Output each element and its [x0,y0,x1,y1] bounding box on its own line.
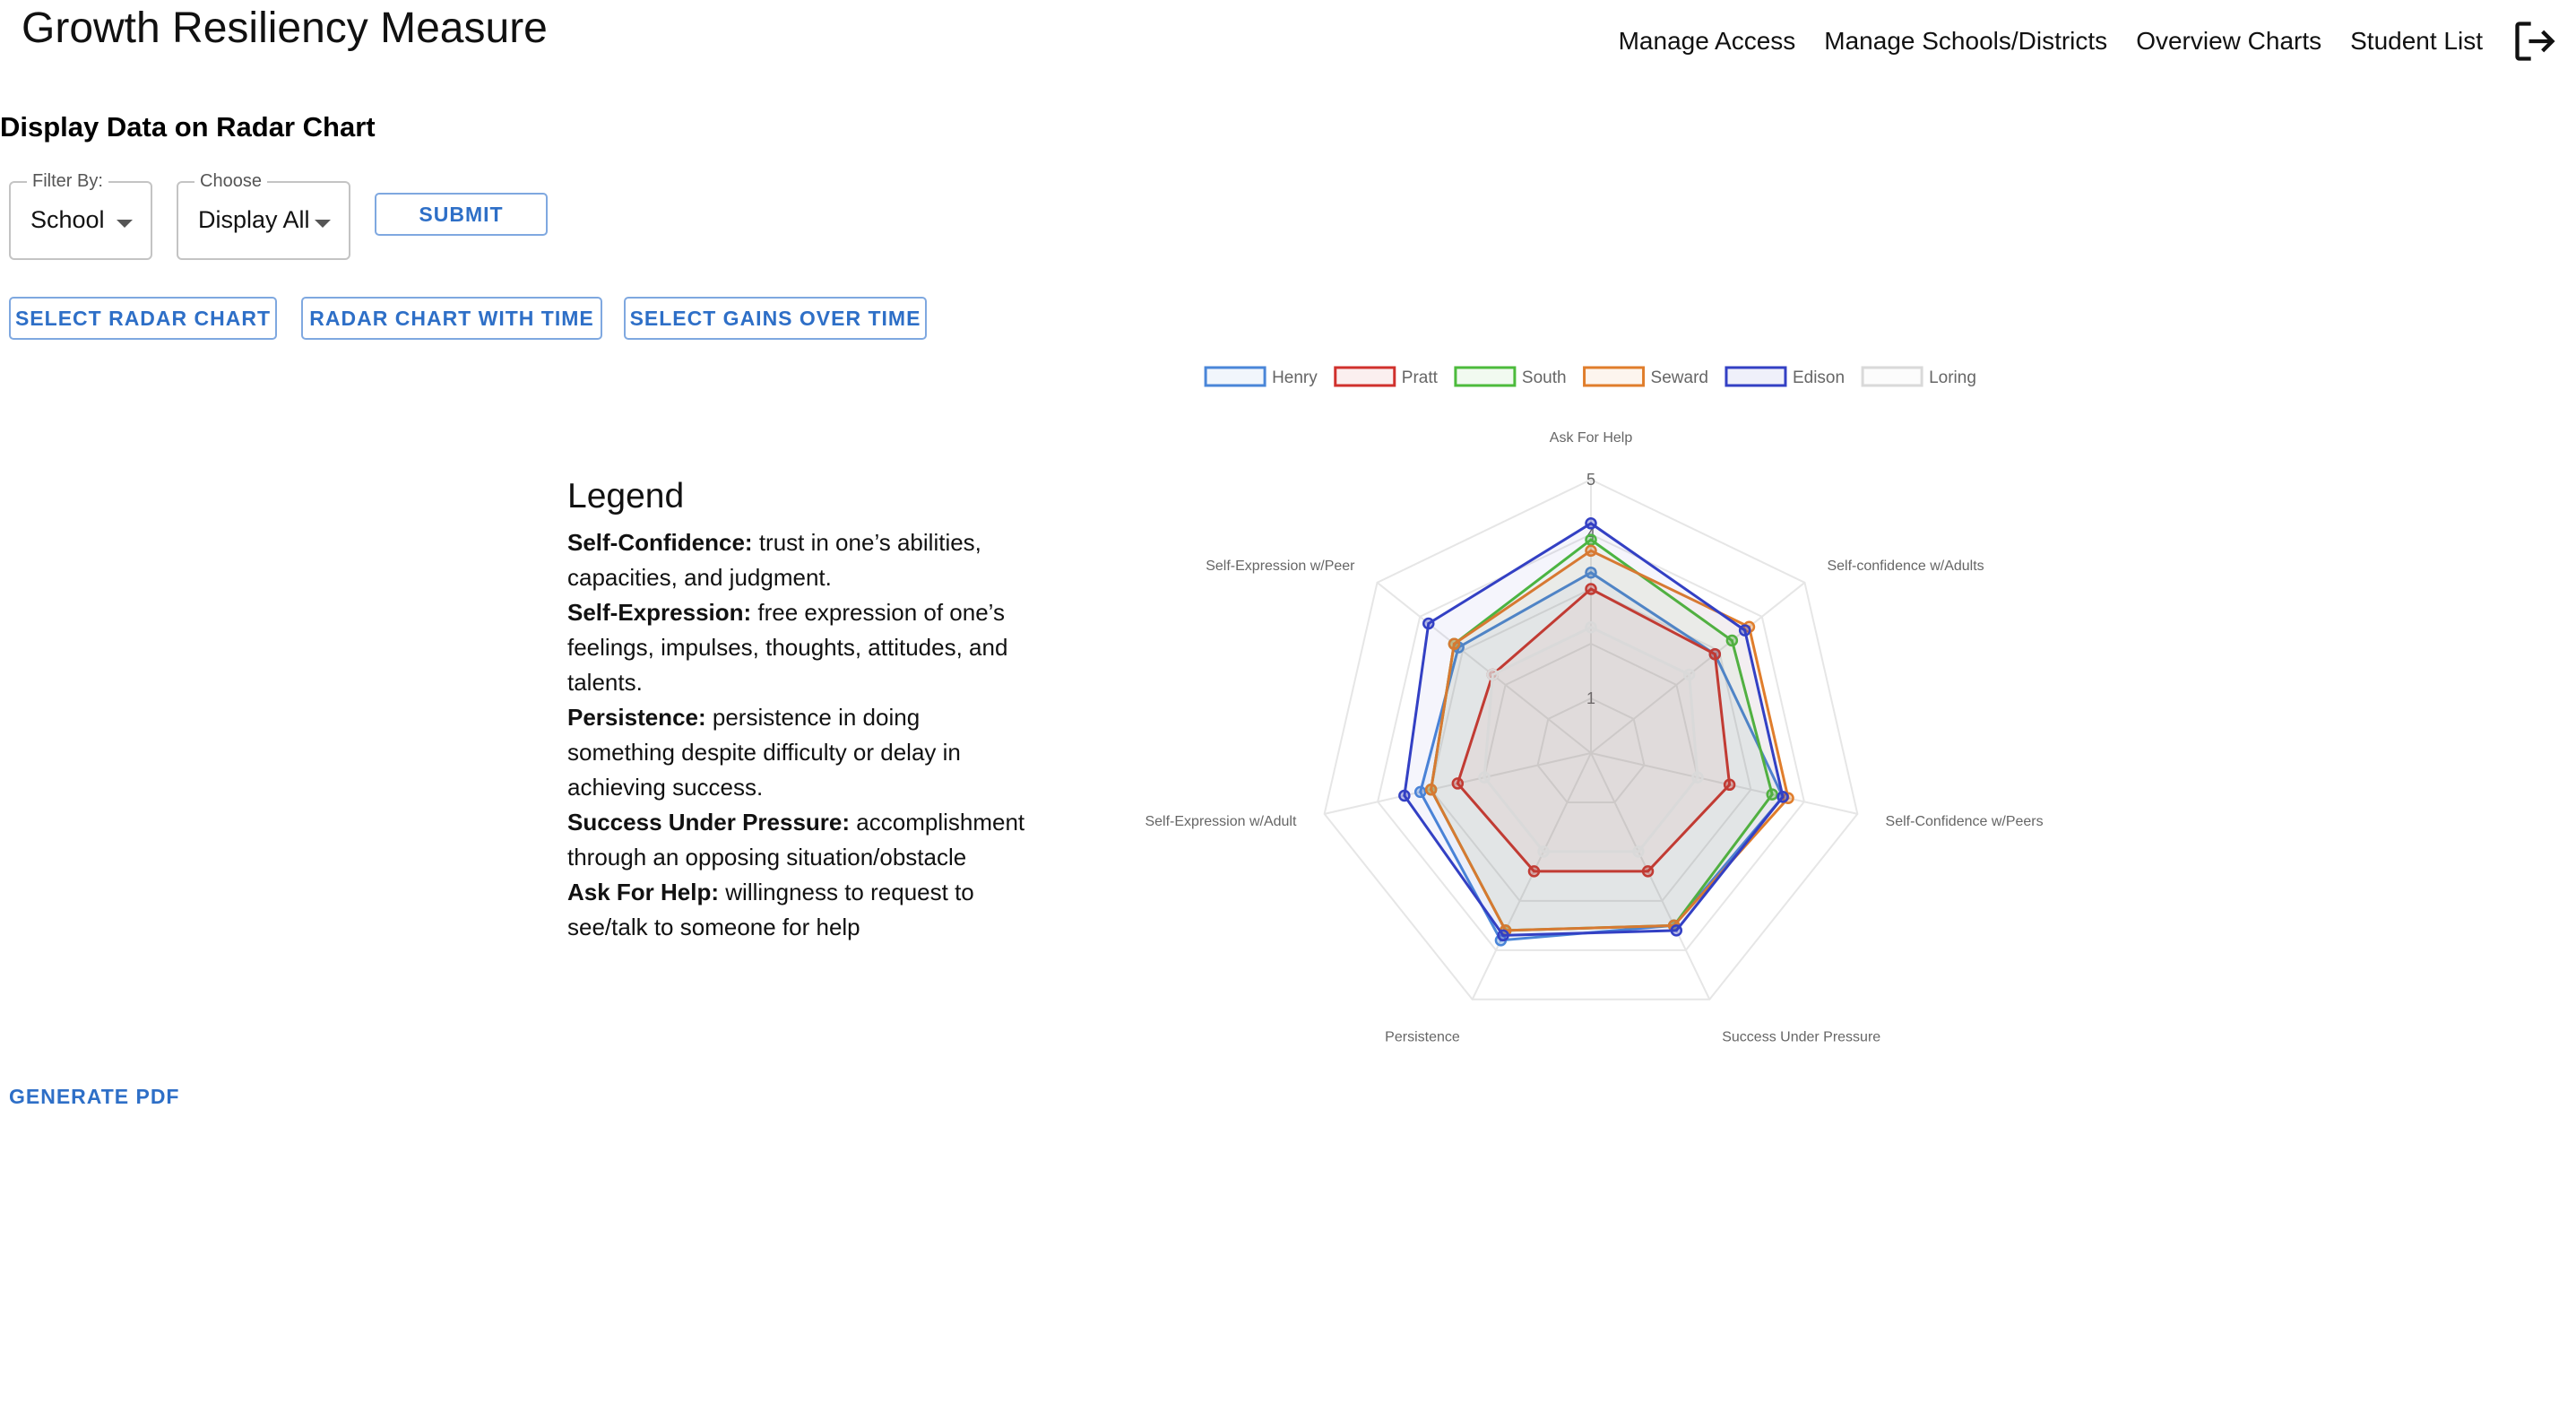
choose-value: Display All [198,206,310,233]
legend-swatch-edison [1725,366,1787,387]
axis-label-2: Self-confidence w/Adults [1827,559,1984,574]
select-radar-chart-button[interactable]: SELECT RADAR CHART [9,297,277,340]
legend-label-seward: Seward [1651,368,1708,387]
legend-swatch-south [1454,366,1517,387]
axis-label-5: Persistence [1385,1030,1460,1045]
submit-button[interactable]: SUBMIT [375,193,548,236]
axis-label-6: Self-Expression w/Adult [1145,814,1297,829]
point-loring-2 [1682,668,1696,681]
point-loring-6 [1478,771,1491,784]
legend-swatch-henry [1204,366,1266,387]
point-edison-5 [1497,929,1509,942]
legend-term-ask-for-help: Ask For Help: [567,879,720,905]
radar-chart-with-time-button[interactable]: RADAR CHART WITH TIME [301,297,602,340]
point-edison-1 [1585,517,1597,530]
point-edison-3 [1776,791,1789,803]
nav-overview-charts[interactable]: Overview Charts [2136,27,2321,56]
legend-title: Legend [567,477,685,515]
legend-term-success-under-pressure: Success Under Pressure: [567,809,851,836]
legend-label-loring: Loring [1929,368,1976,387]
legend-label-henry: Henry [1272,368,1318,387]
point-edison-2 [1738,624,1751,637]
legend-term-persistence: Persistence: [567,704,706,731]
point-edison-4 [1670,924,1683,937]
point-edison-7 [1422,617,1435,630]
filter-by-value: School [30,206,105,233]
logout-icon[interactable] [2511,18,2558,65]
point-loring-1 [1585,620,1597,634]
filter-by-label: Filter By: [27,171,108,192]
nav-student-list[interactable]: Student List [2350,27,2483,56]
axis-label-3: Self-Confidence w/Peers [1886,814,2044,829]
legend-swatch-loring [1861,366,1923,387]
generate-pdf-button[interactable]: GENERATE PDF [9,1085,179,1109]
legend-term-self-expression: Self-Expression: [567,599,752,626]
legend-panel: Legend Self-Confidence: trust in one’s a… [567,477,1033,945]
legend-swatch-seward [1583,366,1646,387]
choose-label: Choose [194,171,267,192]
caret-down-icon [117,220,133,228]
tick-label-5: 5 [1586,471,1595,489]
radar-chart: Henry Pratt South Seward Edison Loring145Ask … [1145,366,2044,1045]
filter-by-select[interactable]: Filter By: School [9,171,152,260]
nav-manage-access[interactable]: Manage Access [1619,27,1796,56]
legend-label-south: South [1522,368,1567,387]
app-title: Growth Resiliency Measure [22,4,548,52]
legend-swatch-pratt [1334,366,1396,387]
point-loring-5 [1537,845,1550,858]
nav-manage-schools[interactable]: Manage Schools/Districts [1824,27,2107,56]
axis-label-7: Self-Expression w/Peer [1206,559,1355,574]
point-loring-4 [1632,845,1645,858]
legend-label-edison: Edison [1793,368,1845,387]
axis-label-4: Success Under Pressure [1722,1030,1880,1045]
axis-label-1: Ask For Help [1550,430,1633,446]
select-gains-over-time-button[interactable]: SELECT GAINS OVER TIME [624,297,927,340]
legend-term-self-confidence: Self-Confidence: [567,529,753,556]
point-edison-6 [1398,789,1411,802]
legend-definitions: Self-Confidence: trust in one’s abilitie… [567,525,1033,945]
legend-label-pratt: Pratt [1402,368,1439,387]
caret-down-icon [315,220,331,228]
point-loring-7 [1486,668,1500,681]
point-loring-3 [1691,771,1704,784]
top-nav: Manage Access Manage Schools/Districts O… [1590,18,2558,65]
section-title: Display Data on Radar Chart [0,111,376,143]
choose-select[interactable]: Choose Display All [177,171,350,260]
